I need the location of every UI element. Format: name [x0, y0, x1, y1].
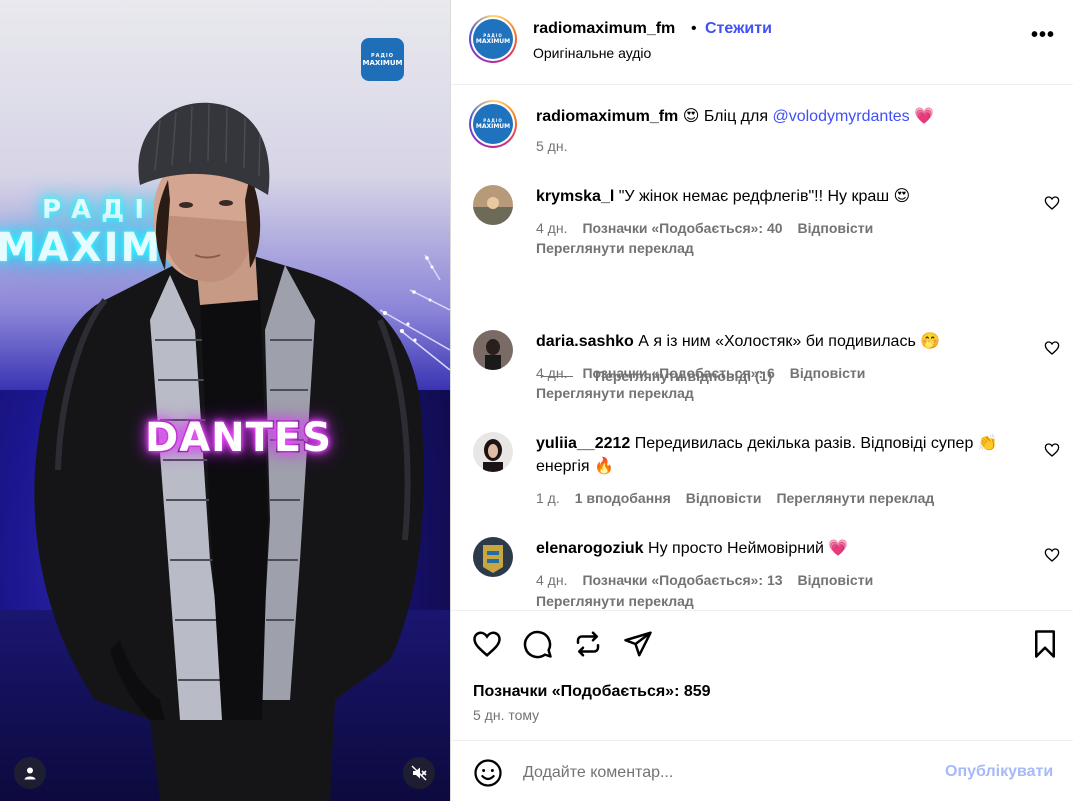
reply-button[interactable]: Відповісти — [686, 490, 762, 506]
avatar-logo-line2: MAXIMUM — [475, 38, 511, 45]
comment-meta: 4 дн. Позначки «Подобається»: 6 Відповіс… — [536, 365, 865, 381]
comment-username[interactable]: elenarogoziuk — [536, 540, 644, 557]
comment-username[interactable]: yuliia__2212 — [536, 435, 630, 452]
caption-emoji: 😍 — [682, 108, 700, 125]
avatar-logo-line2: MAXIMUM — [475, 123, 511, 130]
audio-label[interactable]: Оригінальне аудіо — [533, 45, 651, 61]
likes-count[interactable]: Позначки «Подобається»: 859 — [473, 683, 711, 701]
comment-time[interactable]: 4 дн. — [536, 365, 567, 381]
post-panel: РАДІО MAXIMUM radiomaximum_fm • Стежити … — [450, 0, 1073, 801]
caption-mention[interactable]: @volodymyrdantes — [772, 108, 909, 125]
comment-body: Ну просто Неймовірний 💗 — [648, 540, 849, 557]
more-options-icon[interactable]: ••• — [1031, 25, 1054, 45]
post-header: РАДІО MAXIMUM radiomaximum_fm • Стежити … — [451, 0, 1073, 85]
reply-button[interactable]: Відповісти — [798, 572, 874, 588]
repost-icon[interactable] — [573, 629, 603, 659]
comment-composer: Опублікувати — [451, 740, 1073, 801]
like-heart-icon[interactable] — [472, 629, 502, 659]
publish-button[interactable]: Опублікувати — [945, 763, 1053, 781]
comment-likes[interactable]: Позначки «Подобається»: 6 — [582, 365, 774, 381]
comment-likes[interactable]: 1 вподобання — [575, 490, 671, 506]
header-username[interactable]: radiomaximum_fm — [533, 20, 675, 38]
reply-button[interactable]: Відповісти — [798, 220, 874, 236]
comment-time[interactable]: 1 д. — [536, 490, 560, 506]
comment-meta: 4 дн. Позначки «Подобається»: 13 Відпові… — [536, 572, 873, 588]
header-avatar[interactable]: РАДІО MAXIMUM — [469, 15, 517, 63]
comment-avatar[interactable] — [473, 537, 513, 577]
brand-badge: РАДІО MAXIMUM — [361, 38, 404, 81]
name-sticker: DANTES — [143, 414, 333, 463]
caption-meta: 5 дн. — [536, 138, 567, 154]
header-separator: • — [691, 20, 697, 37]
caption-text: radiomaximum_fm 😍 Бліц для @volodymyrdan… — [536, 105, 1016, 128]
see-translation-button[interactable]: Переглянути переклад — [536, 240, 694, 256]
comment-text: daria.sashko А я із ним «Холостяк» би по… — [536, 330, 1016, 353]
comment-meta: 1 д. 1 вподобання Відповісти Переглянути… — [536, 490, 934, 506]
emoji-smiley-icon[interactable] — [473, 758, 503, 788]
comment-likes[interactable]: Позначки «Подобається»: 40 — [582, 220, 782, 236]
caption-heart: 💗 — [914, 108, 935, 125]
reply-button[interactable]: Відповісти — [790, 365, 866, 381]
brand-badge-line2: MAXIMUM — [362, 58, 403, 67]
like-comment-heart-icon[interactable] — [1044, 547, 1060, 563]
comment-input[interactable] — [523, 761, 923, 785]
comment-time[interactable]: 4 дн. — [536, 572, 567, 588]
comment-text: elenarogoziuk Ну просто Неймовірний 💗 — [536, 537, 1016, 560]
like-comment-heart-icon[interactable] — [1044, 195, 1060, 211]
comment-avatar[interactable] — [473, 432, 513, 472]
caption-time[interactable]: 5 дн. — [536, 138, 567, 154]
follow-button[interactable]: Стежити — [705, 20, 772, 38]
comment-meta: 4 дн. Позначки «Подобається»: 40 Відпові… — [536, 220, 873, 236]
save-bookmark-icon[interactable] — [1030, 629, 1060, 659]
comment-username[interactable]: krymska_l — [536, 188, 614, 205]
caption-avatar[interactable]: РАДІО MAXIMUM — [469, 100, 517, 148]
caption-row: РАДІО MAXIMUM radiomaximum_fm 😍 Бліц для… — [451, 85, 1073, 170]
post-time[interactable]: 5 дн. тому — [473, 707, 539, 723]
comment-text: krymska_l "У жінок немає редфлегів"!! Ну… — [536, 185, 1016, 208]
comment-body: А я із ним «Холостяк» би подивилась 🤭 — [638, 333, 941, 350]
comment-time[interactable]: 4 дн. — [536, 220, 567, 236]
reel-media[interactable]: РАДІО MAXIMUM РАДІО MAXIMUM DANTES — [0, 0, 450, 801]
comment-avatar[interactable] — [473, 185, 513, 225]
like-comment-heart-icon[interactable] — [1044, 442, 1060, 458]
caption-body: Бліц для — [703, 108, 769, 125]
see-translation-button[interactable]: Переглянути переклад — [776, 490, 934, 506]
comment-body: "У жінок немає редфлегів"!! Ну краш 😍 — [618, 188, 911, 205]
comment-username[interactable]: daria.sashko — [536, 333, 634, 350]
post-actions: Позначки «Подобається»: 859 5 дн. тому — [451, 610, 1073, 740]
comment-text: yuliia__2212 Передивилась декілька разів… — [536, 432, 1006, 478]
comment-bubble-icon[interactable] — [523, 629, 553, 659]
comments-list[interactable]: РАДІО MAXIMUM radiomaximum_fm 😍 Бліц для… — [451, 85, 1073, 610]
comment-likes[interactable]: Позначки «Подобається»: 13 — [582, 572, 782, 588]
tagged-user-button[interactable] — [14, 757, 46, 789]
share-paper-plane-icon[interactable] — [623, 629, 653, 659]
mute-button[interactable] — [403, 757, 435, 789]
user-icon — [24, 767, 36, 780]
like-comment-heart-icon[interactable] — [1044, 340, 1060, 356]
see-translation-button[interactable]: Переглянути переклад — [536, 385, 694, 401]
see-translation-button[interactable]: Переглянути переклад — [536, 593, 694, 609]
caption-username[interactable]: radiomaximum_fm — [536, 108, 678, 125]
speaker-muted-icon — [411, 765, 427, 781]
comment-avatar[interactable] — [473, 330, 513, 370]
person-figure — [34, 102, 424, 801]
